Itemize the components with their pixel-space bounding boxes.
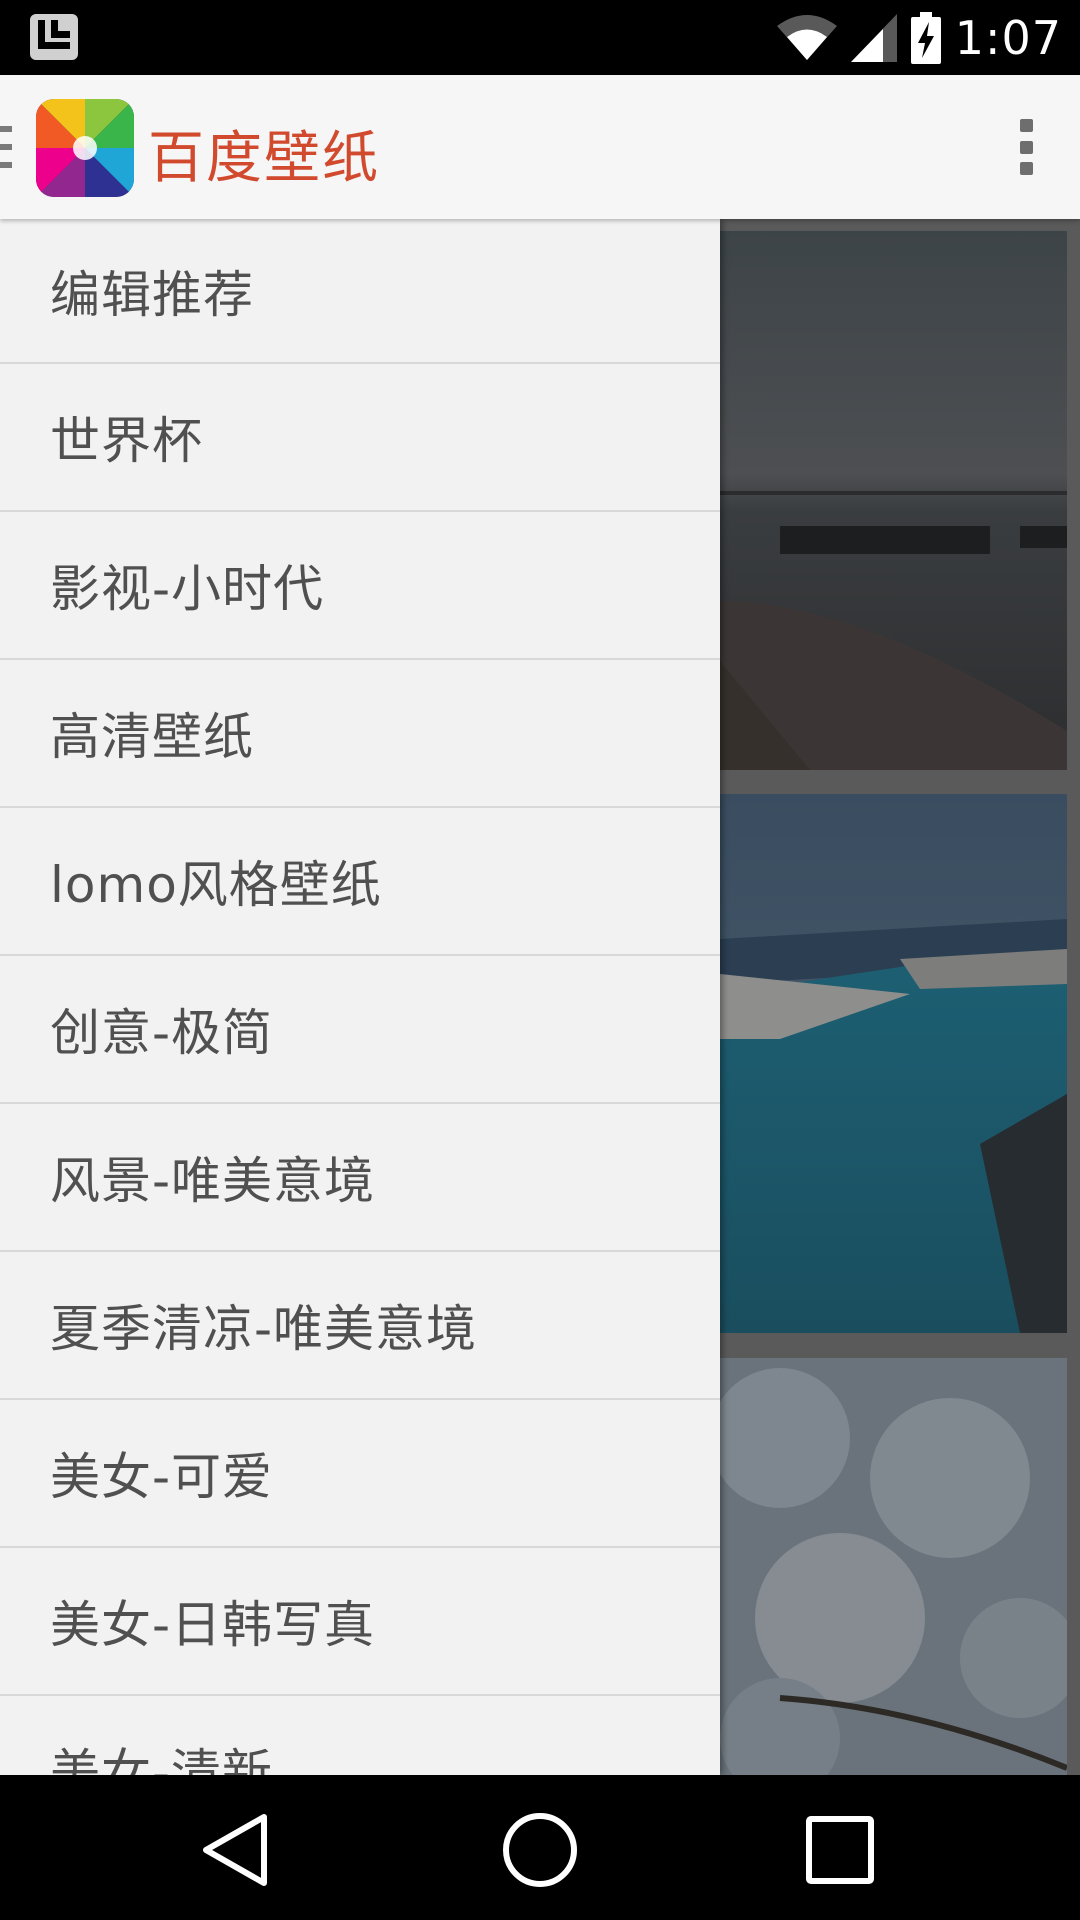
status-time: 1:07 <box>954 10 1062 65</box>
drawer-item-label: 夏季清凉-唯美意境 <box>50 1300 478 1358</box>
status-bar: 1:07 <box>0 0 1080 75</box>
drawer-item-world-cup[interactable]: 世界杯 <box>0 364 720 512</box>
app-title: 百度壁纸 <box>148 126 380 191</box>
drawer-item-beauty-jp-kr[interactable]: 美女-日韩写真 <box>0 1548 720 1696</box>
drawer-item-label: 世界杯 <box>50 412 203 470</box>
wallpaper-thumbnail[interactable] <box>720 231 1067 770</box>
drawer-item-label: 影视-小时代 <box>50 560 325 618</box>
status-right: 1:07 <box>776 0 1062 75</box>
battery-charging-icon <box>910 11 941 64</box>
screen: 1:07 百度壁纸 编辑推荐 世界杯 影视-小时代 高清壁纸 lomo风格壁纸 … <box>0 0 1080 1920</box>
navigation-drawer: 编辑推荐 世界杯 影视-小时代 高清壁纸 lomo风格壁纸 创意-极简 风景-唯… <box>0 219 720 1775</box>
drawer-item-lomo-style[interactable]: lomo风格壁纸 <box>0 808 720 956</box>
drawer-item-label: 美女-清新 <box>50 1744 274 1775</box>
drawer-item-beauty-fresh[interactable]: 美女-清新 <box>0 1696 720 1775</box>
drawer-item-scenery[interactable]: 风景-唯美意境 <box>0 1104 720 1252</box>
hamburger-icon[interactable] <box>0 126 14 168</box>
wallpaper-thumbnail[interactable] <box>720 794 1067 1333</box>
drawer-item-label: 高清壁纸 <box>50 708 254 766</box>
drawer-item-creative-minimal[interactable]: 创意-极简 <box>0 956 720 1104</box>
notification-icon <box>30 14 78 60</box>
drawer-item-label: 创意-极简 <box>50 1004 274 1062</box>
drawer-item-hd-wallpaper[interactable]: 高清壁纸 <box>0 660 720 808</box>
drawer-item-label: lomo风格壁纸 <box>50 856 382 914</box>
drawer-item-beauty-cute[interactable]: 美女-可爱 <box>0 1400 720 1548</box>
wifi-icon <box>776 14 837 60</box>
signal-icon <box>850 13 897 62</box>
drawer-item-film-tiny-times[interactable]: 影视-小时代 <box>0 512 720 660</box>
system-nav-bar <box>0 1775 1080 1920</box>
wallpaper-thumbnail[interactable] <box>720 1358 1067 1778</box>
drawer-item-label: 美女-日韩写真 <box>50 1596 376 1654</box>
app-logo[interactable] <box>36 99 134 197</box>
drawer-item-label: 编辑推荐 <box>50 265 254 324</box>
back-icon[interactable] <box>192 1805 282 1895</box>
drawer-item-summer-cool[interactable]: 夏季清凉-唯美意境 <box>0 1252 720 1400</box>
drawer-item-label: 风景-唯美意境 <box>50 1152 376 1210</box>
app-bar: 百度壁纸 <box>0 75 1080 219</box>
recent-apps-icon[interactable] <box>795 1805 885 1895</box>
drawer-item-label: 美女-可爱 <box>50 1448 274 1506</box>
home-icon[interactable] <box>495 1805 585 1895</box>
overflow-menu-icon[interactable] <box>1014 119 1038 175</box>
drawer-item-editor-picks[interactable]: 编辑推荐 <box>0 219 720 364</box>
